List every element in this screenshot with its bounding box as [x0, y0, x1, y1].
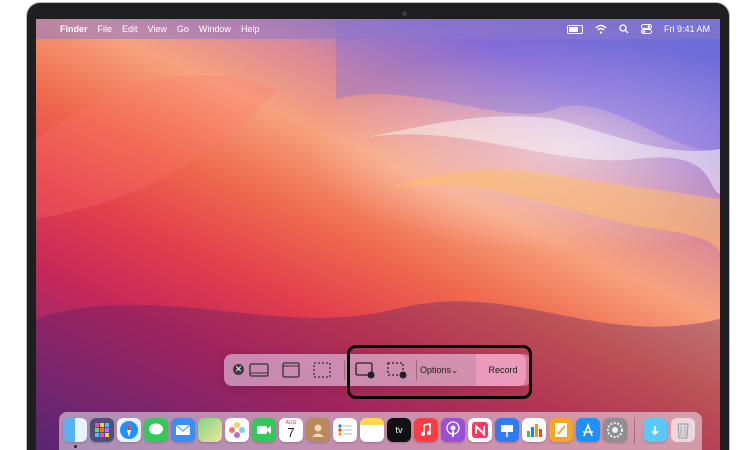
maps-icon[interactable]: [198, 418, 222, 442]
keynote-icon[interactable]: [495, 418, 519, 442]
safari-icon[interactable]: [117, 418, 141, 442]
close-icon[interactable]: ✕: [233, 364, 244, 375]
photos-icon[interactable]: [225, 418, 249, 442]
reminders-icon[interactable]: [333, 418, 357, 442]
contacts-icon[interactable]: [306, 418, 330, 442]
news-icon[interactable]: [468, 418, 492, 442]
tv-icon[interactable]: tv: [387, 418, 411, 442]
running-indicator: [74, 445, 77, 448]
app-store-icon[interactable]: [576, 418, 600, 442]
mail-icon[interactable]: [171, 418, 195, 442]
launchpad-icon[interactable]: [90, 418, 114, 442]
numbers-icon[interactable]: [522, 418, 546, 442]
menu-view[interactable]: View: [148, 24, 167, 34]
facetime-icon[interactable]: [252, 418, 276, 442]
calendar-day: 7: [287, 425, 295, 440]
menu-help[interactable]: Help: [241, 24, 260, 34]
menu-bar: Finder File Edit View Go Window Help Fri…: [36, 19, 720, 39]
finder-icon[interactable]: [63, 418, 87, 442]
menu-file[interactable]: File: [98, 24, 113, 34]
pages-icon[interactable]: [549, 418, 573, 442]
system-preferences-icon[interactable]: [603, 418, 627, 442]
menu-edit[interactable]: Edit: [122, 24, 138, 34]
calendar-icon[interactable]: AUG 7: [279, 418, 303, 442]
highlight-outline: [347, 345, 532, 399]
menu-clock[interactable]: Fri 9:41 AM: [664, 24, 710, 34]
notes-icon[interactable]: [360, 418, 384, 442]
capture-entire-screen-icon[interactable]: [248, 361, 270, 379]
battery-icon[interactable]: [566, 24, 583, 34]
wifi-icon[interactable]: [595, 24, 607, 34]
control-center-icon[interactable]: [640, 24, 652, 34]
capture-selection-icon[interactable]: [311, 361, 333, 379]
trash-icon[interactable]: [671, 418, 695, 442]
search-icon[interactable]: [619, 24, 629, 34]
toolbar-divider: [344, 360, 345, 380]
messages-icon[interactable]: [144, 418, 168, 442]
music-icon[interactable]: [414, 418, 438, 442]
dock: AUG 7 tv: [59, 412, 702, 450]
capture-window-icon[interactable]: [280, 361, 302, 379]
menu-go[interactable]: Go: [177, 24, 189, 34]
downloads-folder-icon[interactable]: [643, 418, 667, 442]
camera-icon: [402, 11, 407, 16]
dock-divider: [634, 418, 635, 444]
menu-finder[interactable]: Finder: [60, 24, 88, 34]
menu-window[interactable]: Window: [199, 24, 231, 34]
status-area: Fri 9:41 AM: [566, 19, 710, 39]
podcasts-icon[interactable]: [441, 418, 465, 442]
